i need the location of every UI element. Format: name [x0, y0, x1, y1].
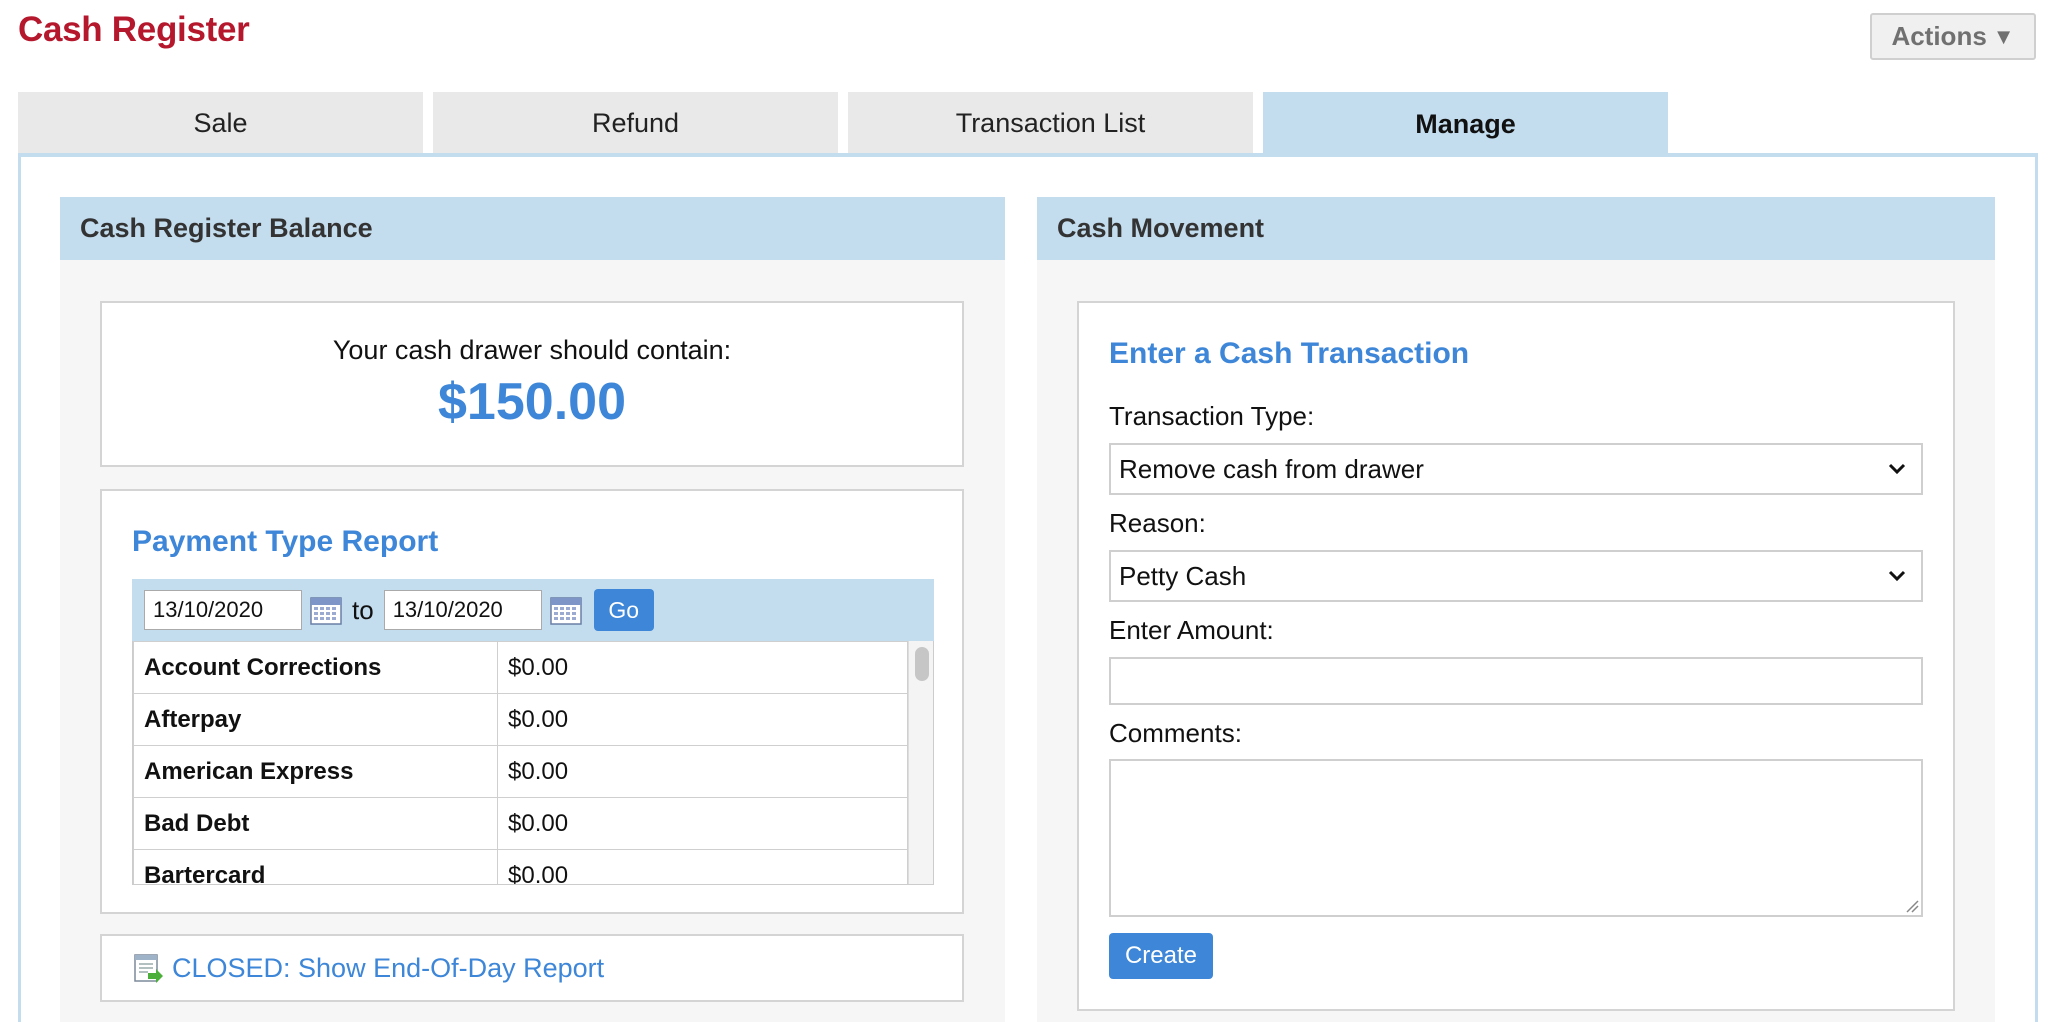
- amount-input[interactable]: [1109, 657, 1923, 705]
- actions-button[interactable]: Actions ▼: [1870, 13, 2036, 60]
- tab-sale[interactable]: Sale: [18, 92, 423, 154]
- payment-type-name: American Express: [133, 745, 498, 798]
- transaction-type-label: Transaction Type:: [1109, 401, 1315, 431]
- report-icon: [134, 954, 163, 983]
- cash-transaction-form: Enter a Cash Transaction Transaction Typ…: [1077, 301, 1955, 1011]
- chevron-down-icon: [1888, 463, 1906, 475]
- table-row: American Express $0.00: [133, 745, 908, 798]
- transaction-type-select[interactable]: Remove cash from drawer: [1109, 443, 1923, 495]
- table-row: Account Corrections $0.00: [133, 641, 908, 694]
- amount-label: Enter Amount:: [1109, 615, 1274, 645]
- form-title: Enter a Cash Transaction: [1109, 337, 1470, 370]
- tab-bar: Sale Refund Transaction List Manage: [18, 92, 1668, 156]
- report-table-scroll[interactable]: Account Corrections $0.00 Afterpay $0.00…: [132, 641, 934, 885]
- triangle-down-icon: ▼: [1992, 23, 2015, 49]
- go-button[interactable]: Go: [593, 589, 654, 631]
- comments-label: Comments:: [1109, 718, 1242, 748]
- date-to-input[interactable]: 13/10/2020: [383, 590, 542, 630]
- report-table: Account Corrections $0.00 Afterpay $0.00…: [133, 641, 908, 884]
- drawer-label: Your cash drawer should contain:: [332, 335, 732, 365]
- app-title: Cash Register: [18, 10, 250, 49]
- table-scrollbar[interactable]: [908, 641, 933, 884]
- payment-type-amount: $0.00: [497, 745, 908, 798]
- tab-refund[interactable]: Refund: [433, 92, 838, 154]
- date-range-bar: 13/10/2020 to 13/10/2020 Go: [132, 579, 934, 641]
- drawer-balance-box: Your cash drawer should contain: $150.00: [100, 301, 964, 467]
- payment-type-name: Account Corrections: [133, 641, 498, 694]
- report-title: Payment Type Report: [132, 525, 439, 558]
- payment-type-name: Bad Debt: [133, 797, 498, 850]
- reason-select[interactable]: Petty Cash: [1109, 550, 1923, 602]
- table-row: Bartercard $0.00: [133, 849, 908, 884]
- scrollbar-thumb[interactable]: [915, 647, 929, 681]
- drawer-amount: $150.00: [438, 373, 626, 431]
- end-of-day-report-link[interactable]: CLOSED: Show End-Of-Day Report: [172, 953, 604, 984]
- tab-transaction-list[interactable]: Transaction List: [848, 92, 1253, 154]
- actions-label: Actions: [1891, 21, 1987, 51]
- end-of-day-box: CLOSED: Show End-Of-Day Report: [100, 934, 964, 1002]
- reason-label: Reason:: [1109, 508, 1206, 538]
- table-row: Bad Debt $0.00: [133, 797, 908, 850]
- payment-type-amount: $0.00: [497, 849, 908, 884]
- payment-type-name: Bartercard: [133, 849, 498, 884]
- panel-header-balance: Cash Register Balance: [60, 197, 1005, 260]
- cash-movement-panel: Cash Movement Enter a Cash Transaction T…: [1037, 197, 1995, 1022]
- tab-manage[interactable]: Manage: [1263, 92, 1668, 156]
- payment-type-amount: $0.00: [497, 693, 908, 746]
- payment-type-amount: $0.00: [497, 797, 908, 850]
- date-from-input[interactable]: 13/10/2020: [144, 590, 302, 630]
- reason-value: Petty Cash: [1119, 560, 1247, 591]
- payment-type-name: Afterpay: [133, 693, 498, 746]
- resize-grip-icon[interactable]: [1905, 899, 1919, 913]
- cash-register-balance-panel: Cash Register Balance Your cash drawer s…: [60, 197, 1005, 1022]
- chevron-down-icon: [1888, 570, 1906, 582]
- panel-header-cash-movement: Cash Movement: [1037, 197, 1995, 260]
- comments-textarea[interactable]: [1109, 759, 1923, 917]
- payment-type-report: Payment Type Report 13/10/2020 to 13/10/…: [100, 489, 964, 914]
- payment-type-amount: $0.00: [497, 641, 908, 694]
- table-row: Afterpay $0.00: [133, 693, 908, 746]
- transaction-type-value: Remove cash from drawer: [1119, 453, 1424, 484]
- calendar-icon[interactable]: [310, 595, 342, 625]
- create-button[interactable]: Create: [1109, 933, 1213, 979]
- calendar-icon[interactable]: [549, 595, 582, 625]
- date-to-label: to: [352, 594, 374, 625]
